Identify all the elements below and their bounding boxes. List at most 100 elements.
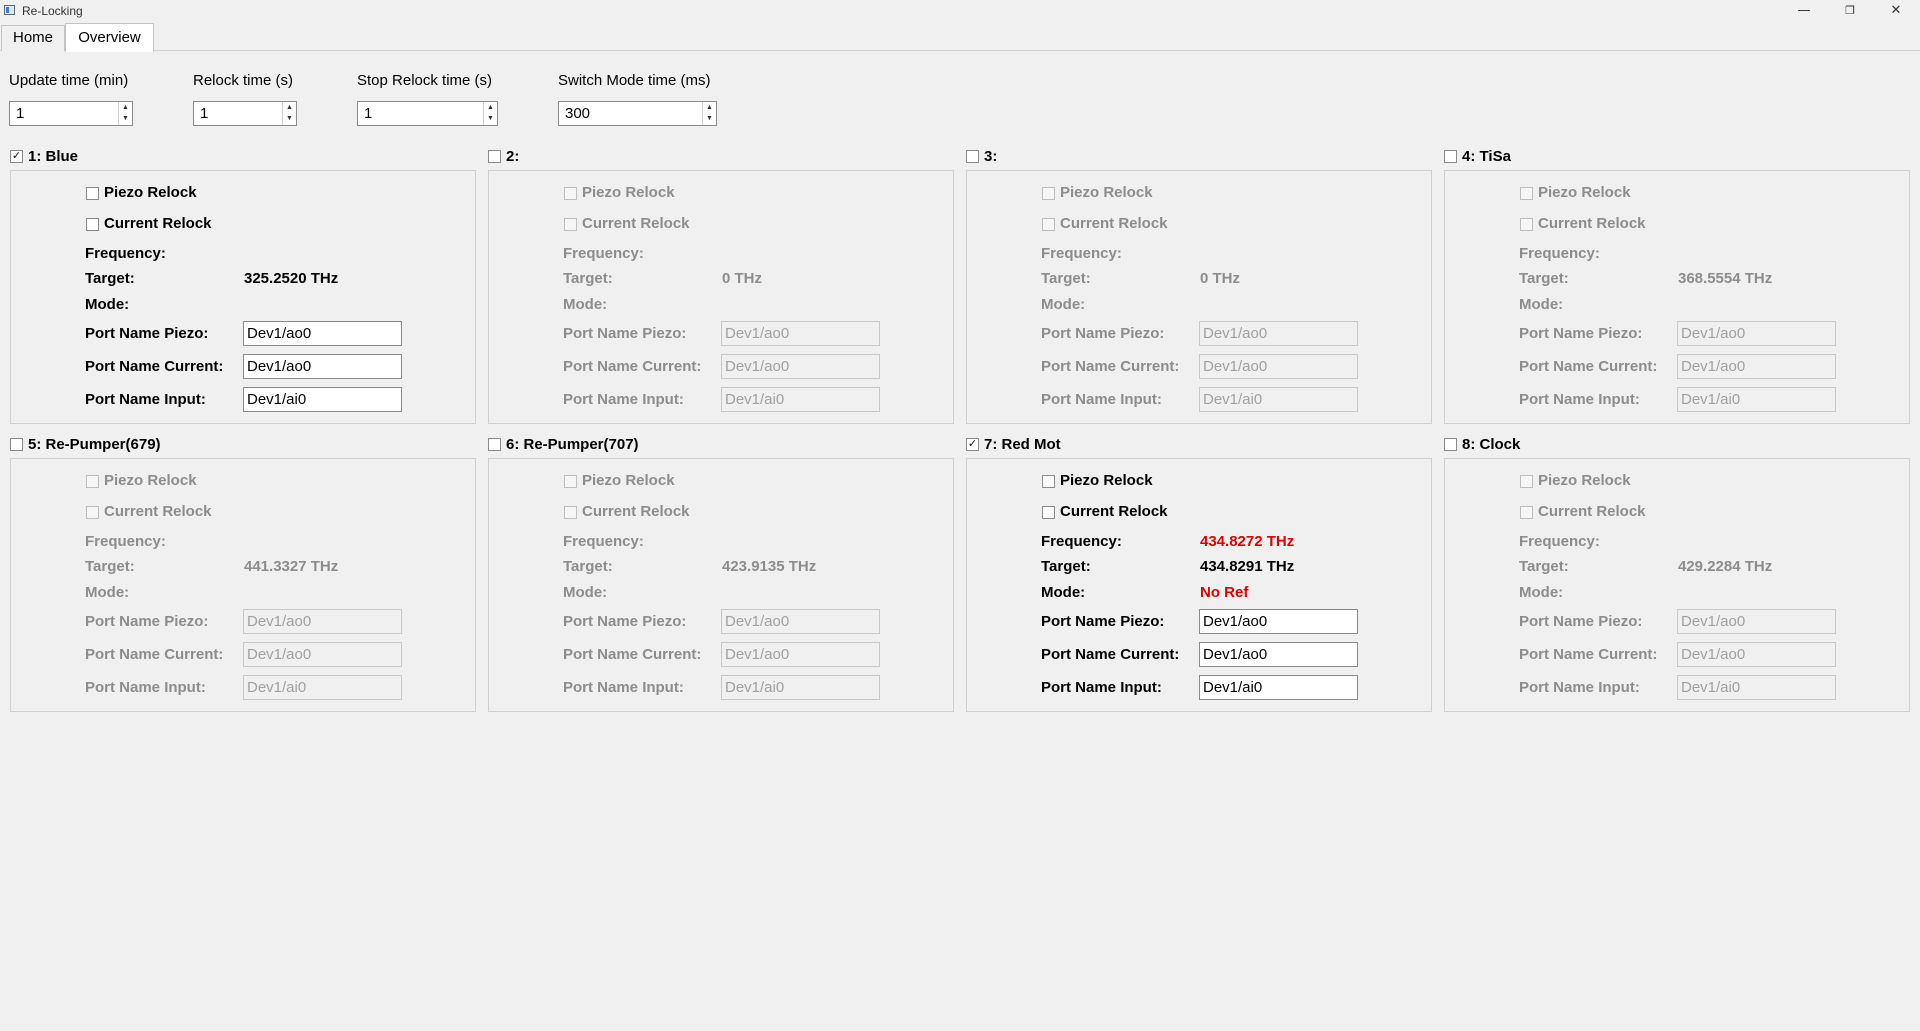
spin-up-icon[interactable]: ▲ [484, 102, 497, 113]
spin-down-icon[interactable]: ▼ [119, 113, 132, 124]
port-current-input[interactable]: Dev1/ao0 [243, 354, 402, 379]
port-input-input[interactable]: Dev1/ai0 [721, 387, 880, 412]
port-input-input[interactable]: Dev1/ai0 [243, 675, 402, 700]
piezo-relock-label[interactable]: Piezo Relock [582, 184, 675, 201]
channel-1-enable-checkbox[interactable]: ✓ [10, 150, 23, 163]
current-relock-checkbox[interactable] [564, 506, 577, 519]
channel-6-enable-checkbox[interactable] [488, 438, 501, 451]
port-current-input[interactable]: Dev1/ao0 [1199, 354, 1358, 379]
piezo-relock-label[interactable]: Piezo Relock [1060, 472, 1153, 489]
port-current-input[interactable]: Dev1/ao0 [243, 642, 402, 667]
port-input-input[interactable]: Dev1/ai0 [243, 387, 402, 412]
piezo-relock-checkbox[interactable] [86, 187, 99, 200]
tab-bar: Home Overview [0, 22, 1920, 52]
port-piezo-input[interactable]: Dev1/ao0 [1199, 321, 1358, 346]
port-input-label: Port Name Input: [1041, 679, 1162, 696]
current-relock-label[interactable]: Current Relock [1060, 503, 1168, 520]
channel-3-enable-checkbox[interactable] [966, 150, 979, 163]
update-time-value[interactable]: 1 [16, 105, 24, 122]
spin-down-icon[interactable]: ▼ [283, 113, 296, 124]
channel-4-panel: Piezo Relock Current Relock Frequency: T… [1444, 170, 1910, 424]
piezo-relock-checkbox[interactable] [1042, 475, 1055, 488]
piezo-relock-checkbox[interactable] [1520, 187, 1533, 200]
relock-time-value[interactable]: 1 [200, 105, 208, 122]
channel-5-title: 5: Re-Pumper(679) [28, 436, 161, 453]
piezo-relock-label[interactable]: Piezo Relock [1060, 184, 1153, 201]
current-relock-checkbox[interactable] [1520, 218, 1533, 231]
port-input-input[interactable]: Dev1/ai0 [1677, 675, 1836, 700]
port-current-input[interactable]: Dev1/ao0 [1677, 354, 1836, 379]
piezo-relock-checkbox[interactable] [1042, 187, 1055, 200]
channel-2-enable-checkbox[interactable] [488, 150, 501, 163]
port-current-input[interactable]: Dev1/ao0 [721, 642, 880, 667]
target-label: Target: [563, 270, 613, 287]
current-relock-label[interactable]: Current Relock [104, 215, 212, 232]
spin-up-icon[interactable]: ▲ [119, 102, 132, 113]
port-input-input[interactable]: Dev1/ai0 [721, 675, 880, 700]
tab-home[interactable]: Home [1, 25, 65, 51]
channel-8-enable-checkbox[interactable] [1444, 438, 1457, 451]
mode-label: Mode: [563, 584, 608, 601]
spin-up-icon[interactable]: ▲ [703, 102, 716, 113]
piezo-relock-checkbox[interactable] [86, 475, 99, 488]
port-current-label: Port Name Current: [1519, 358, 1658, 375]
current-relock-checkbox[interactable] [1520, 506, 1533, 519]
stop-relock-time-value[interactable]: 1 [364, 105, 372, 122]
port-piezo-input[interactable]: Dev1/ao0 [721, 609, 880, 634]
spin-up-icon[interactable]: ▲ [283, 102, 296, 113]
current-relock-label[interactable]: Current Relock [1060, 215, 1168, 232]
port-piezo-input[interactable]: Dev1/ao0 [1199, 609, 1358, 634]
current-relock-checkbox[interactable] [86, 218, 99, 231]
stop-relock-time-spinbox[interactable]: 1 ▲ ▼ [357, 101, 498, 126]
frequency-label: Frequency: [1519, 245, 1600, 262]
port-piezo-label: Port Name Piezo: [563, 613, 687, 630]
current-relock-label[interactable]: Current Relock [582, 215, 690, 232]
switch-mode-time-spinbox[interactable]: 300 ▲ ▼ [558, 101, 717, 126]
piezo-relock-label[interactable]: Piezo Relock [1538, 184, 1631, 201]
channel-7-panel: Piezo Relock Current Relock Frequency: 4… [966, 458, 1432, 712]
port-piezo-input[interactable]: Dev1/ao0 [1677, 321, 1836, 346]
current-relock-checkbox[interactable] [1042, 218, 1055, 231]
piezo-relock-label[interactable]: Piezo Relock [104, 184, 197, 201]
minimize-button[interactable]: — [1781, 0, 1827, 22]
current-relock-label[interactable]: Current Relock [104, 503, 212, 520]
channel-7-enable-checkbox[interactable]: ✓ [966, 438, 979, 451]
port-current-input[interactable]: Dev1/ao0 [1199, 642, 1358, 667]
port-current-input[interactable]: Dev1/ao0 [1677, 642, 1836, 667]
piezo-relock-checkbox[interactable] [564, 187, 577, 200]
current-relock-label[interactable]: Current Relock [1538, 503, 1646, 520]
port-current-input[interactable]: Dev1/ao0 [721, 354, 880, 379]
spin-arrows: ▲ ▼ [702, 102, 716, 125]
piezo-relock-label[interactable]: Piezo Relock [582, 472, 675, 489]
port-piezo-input[interactable]: Dev1/ao0 [243, 321, 402, 346]
port-piezo-input[interactable]: Dev1/ao0 [1677, 609, 1836, 634]
update-time-spinbox[interactable]: 1 ▲ ▼ [9, 101, 133, 126]
switch-mode-time-value[interactable]: 300 [565, 105, 590, 122]
port-piezo-input[interactable]: Dev1/ao0 [721, 321, 880, 346]
port-piezo-input[interactable]: Dev1/ao0 [243, 609, 402, 634]
relock-time-spinbox[interactable]: 1 ▲ ▼ [193, 101, 297, 126]
spin-down-icon[interactable]: ▼ [484, 113, 497, 124]
maximize-button[interactable]: ❐ [1827, 0, 1873, 22]
port-current-label: Port Name Current: [85, 646, 224, 663]
channel-8-title: 8: Clock [1462, 436, 1521, 453]
piezo-relock-label[interactable]: Piezo Relock [104, 472, 197, 489]
piezo-relock-checkbox[interactable] [564, 475, 577, 488]
current-relock-label[interactable]: Current Relock [1538, 215, 1646, 232]
current-relock-label[interactable]: Current Relock [582, 503, 690, 520]
current-relock-checkbox[interactable] [86, 506, 99, 519]
port-input-input[interactable]: Dev1/ai0 [1677, 387, 1836, 412]
piezo-relock-checkbox[interactable] [1520, 475, 1533, 488]
channel-1-panel: Piezo Relock Current Relock Frequency: T… [10, 170, 476, 424]
spin-down-icon[interactable]: ▼ [703, 113, 716, 124]
port-input-input[interactable]: Dev1/ai0 [1199, 675, 1358, 700]
current-relock-checkbox[interactable] [1042, 506, 1055, 519]
close-button[interactable]: ✕ [1873, 0, 1919, 22]
channel-3-panel: Piezo Relock Current Relock Frequency: T… [966, 170, 1432, 424]
channel-4-enable-checkbox[interactable] [1444, 150, 1457, 163]
tab-overview[interactable]: Overview [65, 23, 154, 52]
port-input-input[interactable]: Dev1/ai0 [1199, 387, 1358, 412]
channel-5-enable-checkbox[interactable] [10, 438, 23, 451]
piezo-relock-label[interactable]: Piezo Relock [1538, 472, 1631, 489]
current-relock-checkbox[interactable] [564, 218, 577, 231]
